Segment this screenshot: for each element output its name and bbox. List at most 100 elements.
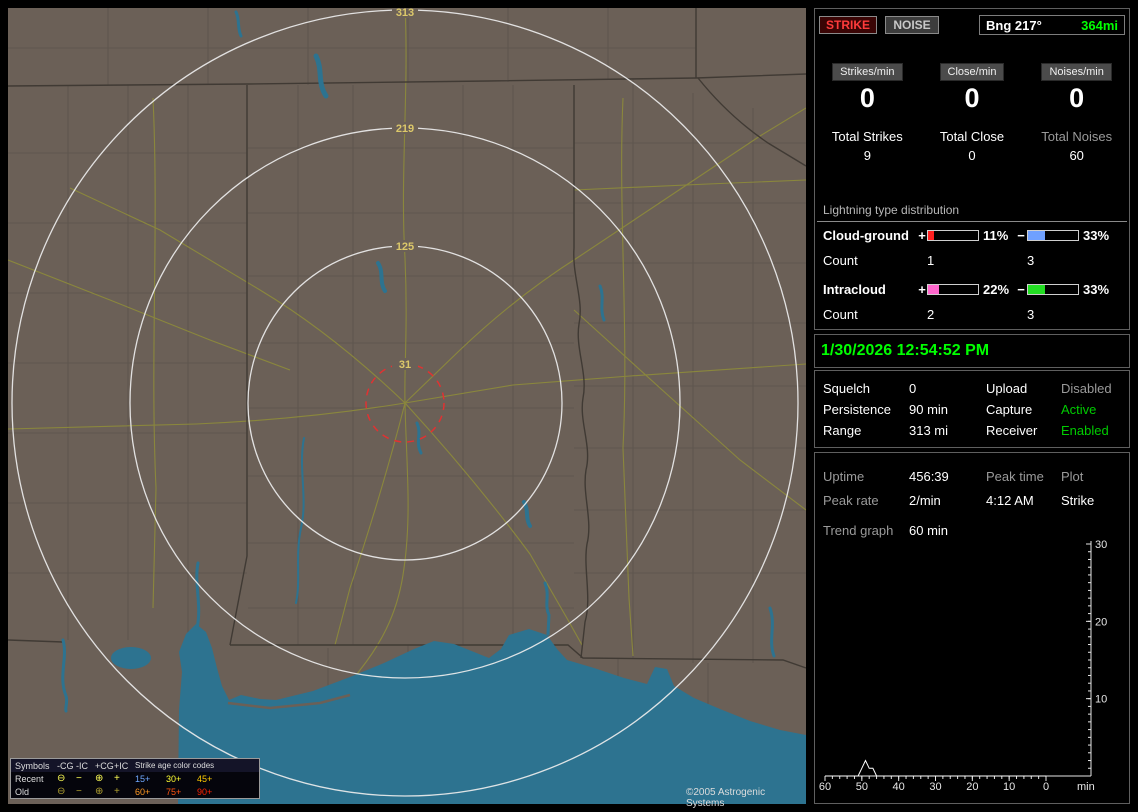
mode-buttons-row: STRIKE NOISE Bng 217° 364mi <box>819 15 1125 35</box>
noises-column: Noises/min 0 Total Noises 60 <box>1024 63 1129 163</box>
minus-cg-icon: ⊖ <box>57 772 66 784</box>
total-strikes-label: Total Strikes <box>831 129 903 144</box>
svg-text:30: 30 <box>929 781 941 793</box>
receiver-status: Enabled <box>1061 423 1109 438</box>
ic-positive-bar <box>927 283 979 295</box>
status-row: Uptime 456:39 Peak time Plot <box>815 469 1129 487</box>
strikes-per-min-button[interactable]: Strikes/min <box>832 63 903 81</box>
trend-window-value: 60 min <box>909 523 949 538</box>
cg-positive-bar <box>927 229 979 241</box>
cg-positive-count: 1 <box>927 253 935 268</box>
intracloud-count-row: Count 2 3 <box>823 307 1035 322</box>
settings-panel: Squelch 0 Upload Disabled Persistence 90… <box>814 370 1130 448</box>
minus-cg-icon: ⊖ <box>57 785 66 797</box>
noise-mode-button[interactable]: NOISE <box>885 16 939 34</box>
peak-rate-value: 2/min <box>909 493 941 508</box>
map-legend: Symbols -CG -IC +CG +IC Strike age color… <box>10 758 260 799</box>
cg-positive-pct: 11% <box>983 227 1009 243</box>
age-code: 30+ <box>166 773 182 784</box>
cloud-ground-count-row: Count 1 3 <box>823 253 1035 268</box>
total-close-label: Total Close <box>939 129 1005 144</box>
cg-negative-bar <box>1027 229 1079 241</box>
total-noises-label: Total Noises <box>1041 129 1113 144</box>
squelch-value: 0 <box>909 381 917 396</box>
strike-mode-button[interactable]: STRIKE <box>819 16 877 34</box>
svg-text:20: 20 <box>966 781 978 793</box>
peak-time-value: 4:12 AM <box>986 493 1034 508</box>
legend-header-row: Symbols -CG -IC +CG +IC Strike age color… <box>11 759 259 772</box>
plus-cg-icon: ⊕ <box>95 772 104 784</box>
bearing-value: Bng 217° <box>986 17 1042 33</box>
plus-ic-icon: + <box>114 772 120 784</box>
plus-cg-icon: ⊕ <box>95 785 104 797</box>
plus-ic-icon: + <box>114 785 120 797</box>
peak-time-label: Peak time <box>986 469 1044 484</box>
cg-negative-pct: 33% <box>1083 227 1110 243</box>
range-ring-label: 313 <box>396 8 414 19</box>
bearing-range-value: 364mi <box>1081 17 1118 33</box>
distribution-title: Lightning type distribution <box>823 203 960 217</box>
close-per-min-button[interactable]: Close/min <box>939 63 1005 81</box>
range-ring-label: 31 <box>399 359 411 371</box>
total-close-value: 0 <box>968 148 976 163</box>
svg-text:30: 30 <box>1095 539 1107 551</box>
persistence-label: Persistence <box>823 402 891 417</box>
svg-text:10: 10 <box>1095 694 1107 706</box>
divider <box>817 221 1127 222</box>
svg-text:20: 20 <box>1095 616 1107 628</box>
status-trend-panel: Uptime 456:39 Peak time Plot Peak rate 2… <box>814 452 1130 804</box>
capture-status: Active <box>1061 402 1097 417</box>
datetime-panel: 1/30/2026 12:54:52 PM <box>814 334 1130 368</box>
lake <box>111 647 151 669</box>
svg-text:0: 0 <box>1043 781 1049 793</box>
ic-positive-pct: 22% <box>983 281 1010 297</box>
settings-row: Range 313 mi Receiver Enabled <box>815 423 1129 441</box>
intracloud-row: Intracloud + 22% − 33% <box>823 281 1125 297</box>
status-row: Peak rate 2/min 4:12 AM Strike <box>815 493 1129 511</box>
map-canvas[interactable]: 313 219 125 31 <box>8 8 806 804</box>
total-strikes-value: 9 <box>863 148 871 163</box>
ic-negative-pct: 33% <box>1083 281 1110 297</box>
upload-status: Disabled <box>1061 381 1112 396</box>
legend-age-header: Strike age color codes <box>135 761 215 770</box>
settings-row: Squelch 0 Upload Disabled <box>815 381 1129 399</box>
datetime-value: 1/30/2026 12:54:52 PM <box>821 342 990 359</box>
plot-label: Plot <box>1061 469 1084 484</box>
age-code: 90+ <box>197 786 213 797</box>
noises-per-min-button[interactable]: Noises/min <box>1041 63 1112 81</box>
close-per-min-value: 0 <box>964 83 980 113</box>
copyright-text: ©2005 Astrogenic Systems <box>686 787 766 809</box>
plus-sign: + <box>918 227 926 243</box>
cg-negative-count: 3 <box>1027 253 1035 268</box>
age-code: 45+ <box>197 773 213 784</box>
minus-sign: − <box>1017 281 1025 297</box>
svg-text:10: 10 <box>1003 781 1015 793</box>
strikes-column: Strikes/min 0 Total Strikes 9 <box>815 63 920 163</box>
noises-per-min-value: 0 <box>1069 83 1085 113</box>
range-ring-label: 219 <box>396 123 414 135</box>
trend-graph-chart: 60 50 40 30 20 10 0 min 30 20 10 <box>819 539 1107 793</box>
uptime-label: Uptime <box>823 469 865 484</box>
ic-negative-count: 3 <box>1027 307 1035 322</box>
plus-sign: + <box>918 281 926 297</box>
squelch-label: Squelch <box>823 381 870 396</box>
minus-ic-icon: − <box>76 772 82 784</box>
sidebar: STRIKE NOISE Bng 217° 364mi Strikes/min … <box>814 8 1132 804</box>
upload-label: Upload <box>986 381 1028 396</box>
persistence-value: 90 min <box>909 402 949 417</box>
minus-ic-icon: − <box>76 785 82 797</box>
uptime-value: 456:39 <box>909 469 949 484</box>
strikes-per-min-value: 0 <box>859 83 875 113</box>
range-ring-label: 125 <box>396 241 414 253</box>
legend-symbols-header: Symbols <box>15 760 50 771</box>
plot-value: Strike <box>1061 493 1095 508</box>
counters-panel: STRIKE NOISE Bng 217° 364mi Strikes/min … <box>814 8 1130 330</box>
cloud-ground-row: Cloud-ground + 11% − 33% <box>823 227 1125 243</box>
legend-old-row: Old ⊖ − ⊕ + 60+ 75+ 90+ <box>11 785 259 798</box>
peak-rate-label: Peak rate <box>823 493 879 508</box>
age-code: 60+ <box>135 786 151 797</box>
bearing-box: Bng 217° 364mi <box>979 15 1125 35</box>
settings-row: Persistence 90 min Capture Active <box>815 402 1129 420</box>
map-view[interactable]: 313 219 125 31 Symbols -CG -IC +CG +IC S… <box>8 8 806 809</box>
total-noises-value: 60 <box>1069 148 1084 163</box>
